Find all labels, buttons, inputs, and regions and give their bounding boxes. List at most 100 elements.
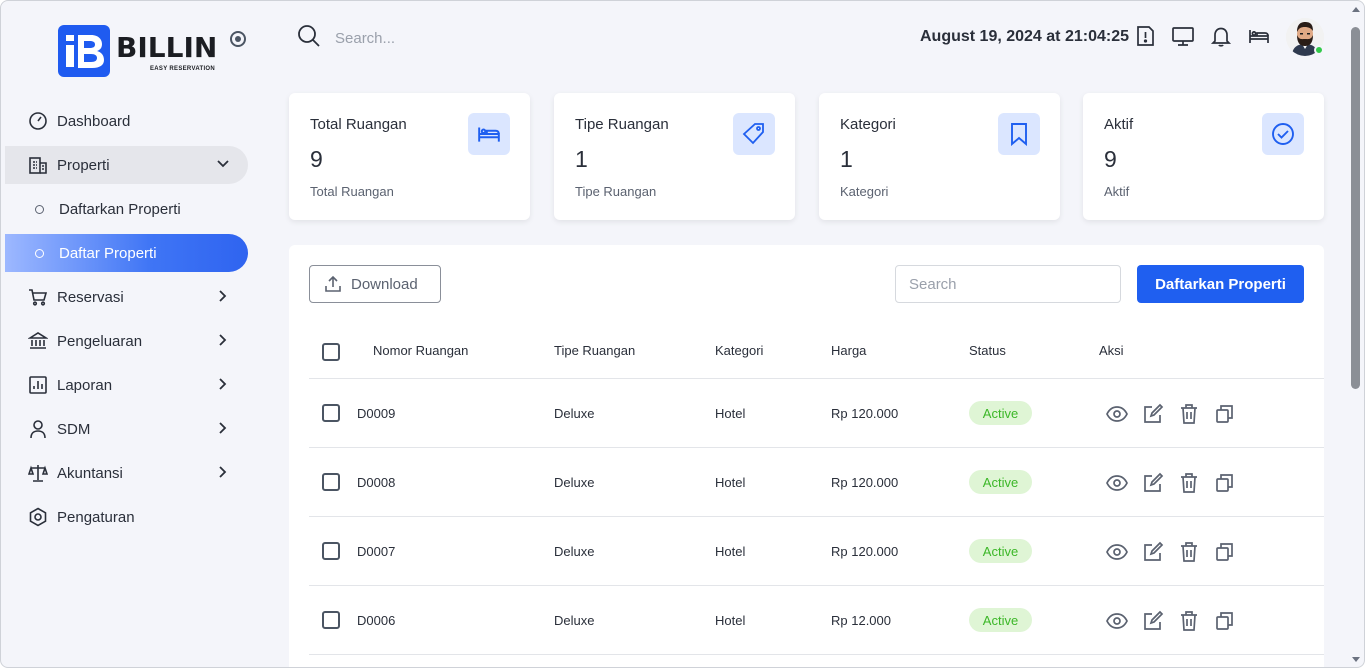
cell-tipe: Deluxe [554, 613, 595, 628]
sidebar-item-daftar-properti[interactable]: Daftar Properti [5, 234, 248, 272]
monitor-icon[interactable] [1172, 25, 1196, 49]
stat-title: Kategori [840, 116, 896, 133]
column-header: Status [969, 343, 1006, 358]
sidebar-item-label: Daftarkan Properti [59, 200, 181, 218]
sidebar-item-label: Reservasi [57, 288, 124, 306]
status-badge: Active [969, 470, 1032, 494]
current-datetime: August 19, 2024 at 21:04:25 [920, 28, 1129, 45]
view-icon[interactable] [1106, 403, 1128, 425]
settings-icon [27, 506, 49, 528]
chevron-right-icon [216, 333, 230, 347]
column-header: Kategori [715, 343, 764, 358]
sidebar-item-sdm[interactable]: SDM [5, 410, 248, 448]
status-badge: Active [969, 608, 1032, 632]
circle-icon [35, 204, 44, 214]
chevron-down-icon [216, 157, 230, 171]
trash-icon[interactable] [1178, 472, 1200, 494]
download-button[interactable]: Download [309, 265, 441, 303]
online-status-indicator [1314, 45, 1324, 55]
stat-title: Total Ruangan [310, 116, 407, 133]
row-checkbox[interactable] [322, 404, 340, 422]
daftarkan-properti-button[interactable]: Daftarkan Properti [1137, 265, 1304, 303]
column-header: Tipe Ruangan [554, 343, 636, 358]
view-icon[interactable] [1106, 610, 1128, 632]
sidebar-item-label: Properti [57, 156, 110, 174]
scrollbar-thumb[interactable] [1351, 27, 1360, 389]
sidebar-item-pengaturan[interactable]: Pengaturan [5, 498, 248, 536]
download-label: Download [351, 275, 418, 293]
stat-card-kategori: Kategori 1 Kategori [819, 93, 1060, 220]
stat-subtitle: Tipe Ruangan [575, 184, 657, 199]
property-table-panel: Download Daftarkan Properti Nomor Ruanga… [289, 245, 1324, 667]
global-search [297, 24, 597, 53]
check-circle-icon [1262, 113, 1304, 155]
cart-icon [27, 286, 49, 308]
sidebar-item-akuntansi[interactable]: Akuntansi [5, 454, 248, 492]
edit-icon[interactable] [1142, 610, 1164, 632]
sidebar-item-pengeluaran[interactable]: Pengeluaran [5, 322, 248, 360]
cell-nomor: D0009 [357, 406, 396, 421]
cell-tipe: Deluxe [554, 475, 595, 490]
copy-icon[interactable] [1214, 403, 1236, 425]
table-search-input[interactable] [895, 265, 1121, 303]
trash-icon[interactable] [1178, 541, 1200, 563]
sidebar-toggle-icon[interactable] [230, 31, 246, 47]
edit-icon[interactable] [1142, 403, 1164, 425]
cell-harga: Rp 120.000 [831, 544, 899, 559]
stat-subtitle: Kategori [840, 184, 889, 199]
user-icon [27, 418, 49, 440]
bookmark-icon [998, 113, 1040, 155]
chevron-right-icon [216, 421, 230, 435]
row-checkbox[interactable] [322, 611, 340, 629]
table-row: D0007 Deluxe Hotel Rp 120.000 Active [309, 517, 1324, 586]
stat-card-tipe-ruangan: Tipe Ruangan 1 Tipe Ruangan [554, 93, 795, 220]
status-badge: Active [969, 539, 1032, 563]
scroll-up-icon[interactable] [1352, 7, 1360, 12]
copy-icon[interactable] [1214, 472, 1236, 494]
column-header: Harga [831, 343, 867, 358]
table-row: D0006 Deluxe Hotel Rp 12.000 Active [309, 586, 1324, 655]
sidebar-item-daftarkan-properti[interactable]: Daftarkan Properti [5, 190, 248, 228]
sidebar-item-label: Akuntansi [57, 464, 123, 482]
select-all-checkbox[interactable] [322, 343, 340, 361]
sidebar-item-properti[interactable]: Properti [5, 146, 248, 184]
status-badge: Active [969, 401, 1032, 425]
brand-logo[interactable]: BILLIN EASY RESERVATION [58, 25, 218, 77]
sidebar-item-laporan[interactable]: Laporan [5, 366, 248, 404]
sidebar-item-dashboard[interactable]: Dashboard [5, 102, 248, 140]
trash-icon[interactable] [1178, 610, 1200, 632]
column-header: Aksi [1099, 343, 1124, 358]
copy-icon[interactable] [1214, 610, 1236, 632]
row-checkbox[interactable] [322, 473, 340, 491]
sidebar-item-label: Pengaturan [57, 508, 135, 526]
table-header: Nomor Ruangan Tipe Ruangan Kategori Harg… [309, 333, 1324, 379]
copy-icon[interactable] [1214, 541, 1236, 563]
view-icon[interactable] [1106, 472, 1128, 494]
search-icon[interactable] [297, 24, 321, 53]
chevron-right-icon [216, 465, 230, 479]
row-checkbox[interactable] [322, 542, 340, 560]
circle-icon [35, 248, 44, 258]
search-input[interactable] [335, 29, 535, 47]
sidebar-item-reservasi[interactable]: Reservasi [5, 278, 248, 316]
view-icon[interactable] [1106, 541, 1128, 563]
scroll-down-icon[interactable] [1352, 657, 1360, 662]
cell-kategori: Hotel [715, 406, 746, 421]
cell-kategori: Hotel [715, 613, 746, 628]
alert-icon[interactable] [1134, 25, 1158, 49]
sidebar-item-label: Laporan [57, 376, 113, 394]
chevron-right-icon [216, 377, 230, 391]
bank-icon [27, 330, 49, 352]
column-header: Nomor Ruangan [373, 343, 469, 358]
cell-tipe: Deluxe [554, 406, 595, 421]
brand-name: BILLIN [116, 31, 218, 64]
trash-icon[interactable] [1178, 403, 1200, 425]
logo-mark [58, 25, 110, 77]
edit-icon[interactable] [1142, 541, 1164, 563]
bed-icon [468, 113, 510, 155]
bed-icon[interactable] [1248, 25, 1272, 49]
table-row: D0008 Deluxe Hotel Rp 120.000 Active [309, 448, 1324, 517]
bell-icon[interactable] [1210, 25, 1234, 49]
stat-title: Tipe Ruangan [575, 116, 669, 133]
edit-icon[interactable] [1142, 472, 1164, 494]
